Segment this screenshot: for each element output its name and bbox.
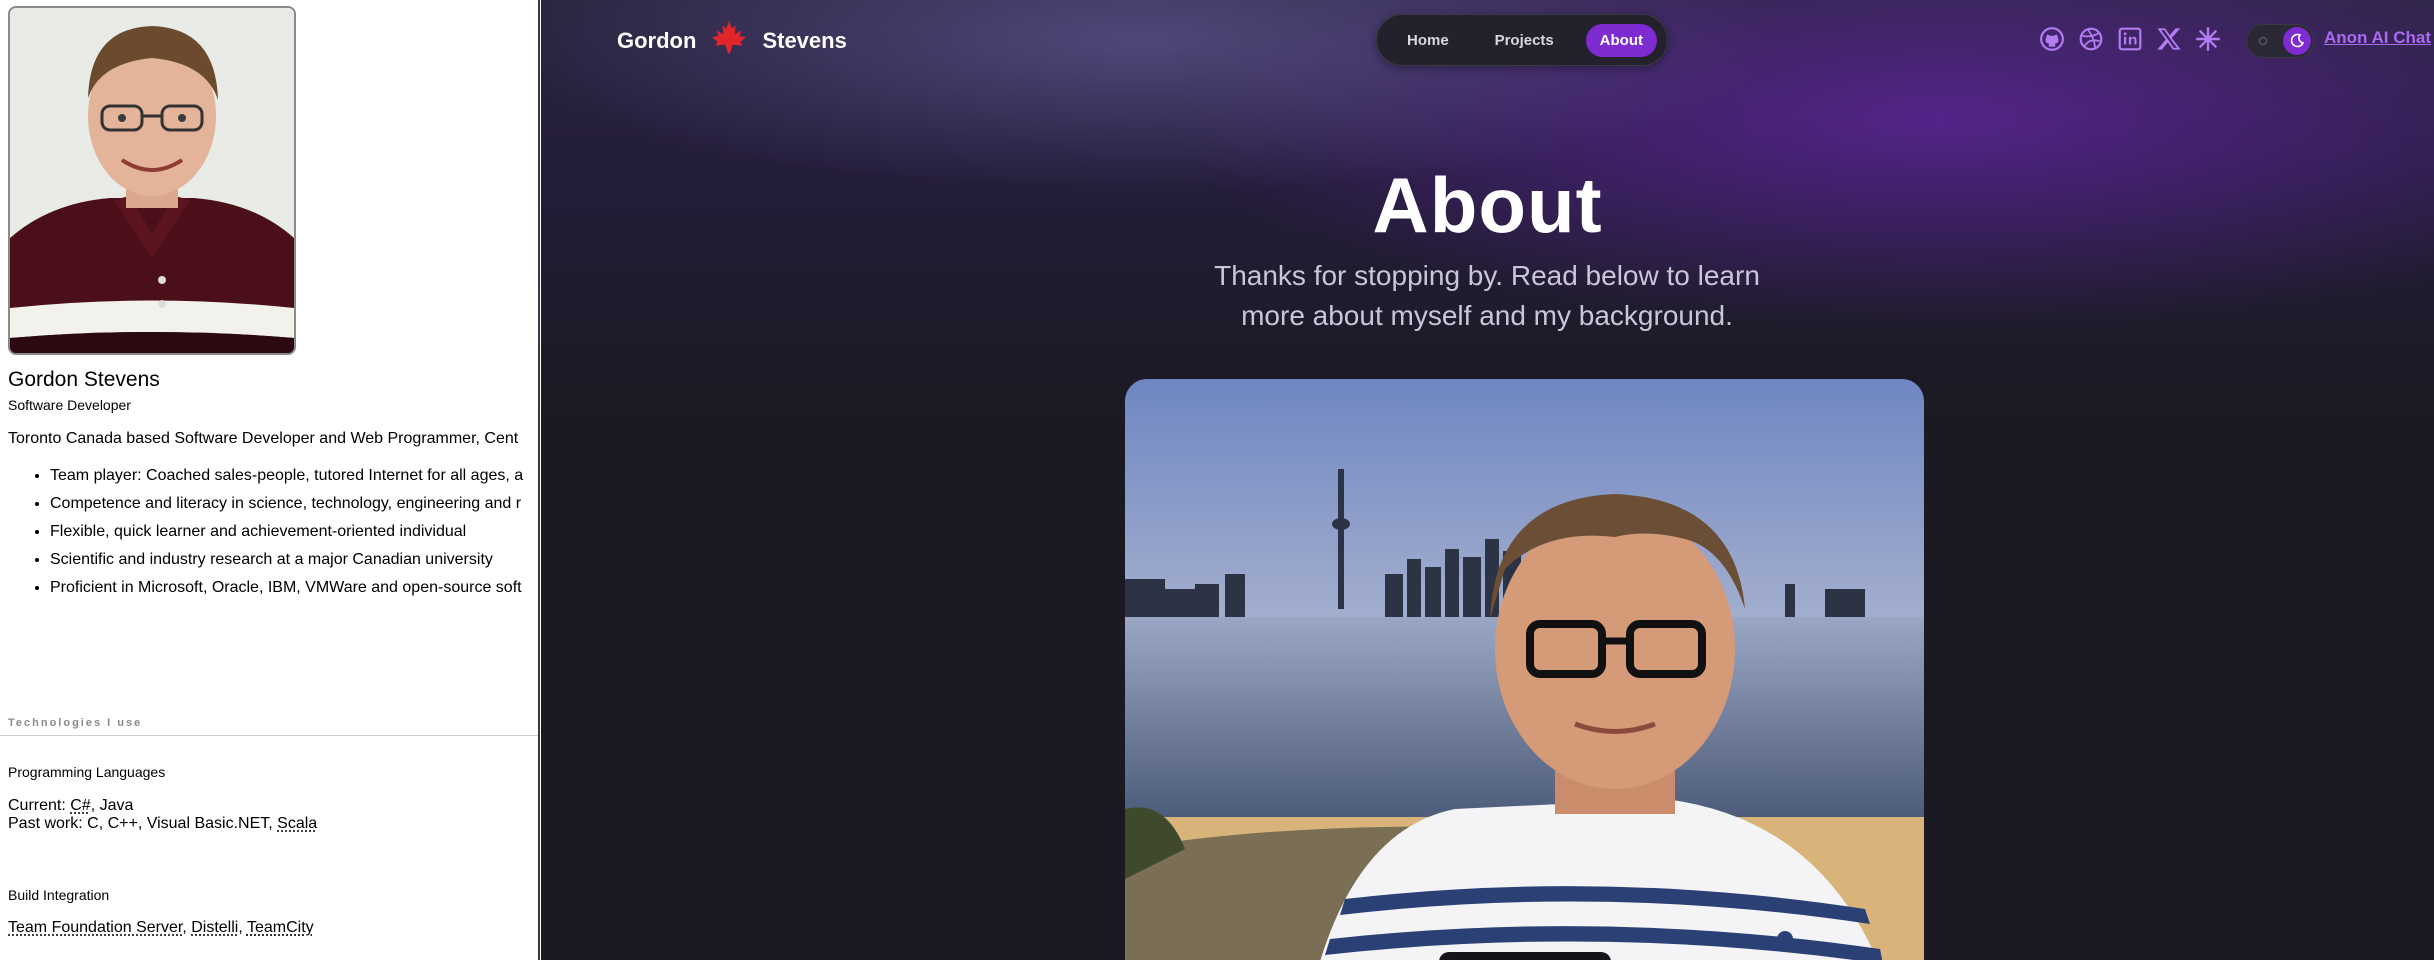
social-links [2039, 26, 2221, 52]
linkedin-icon[interactable] [2117, 26, 2143, 52]
technologies-heading: Technologies I use [8, 717, 143, 729]
nav-about[interactable]: About [1585, 23, 1657, 57]
nav-projects[interactable]: Projects [1481, 24, 1568, 57]
site-brand[interactable]: Gordon Stevens [617, 20, 847, 58]
theme-toggle[interactable] [2246, 24, 2314, 58]
list-item: Scientific and industry research at a ma… [50, 546, 523, 574]
scala-link[interactable]: Scala [277, 815, 317, 832]
main-nav: Home Projects About [1376, 14, 1668, 66]
list-item: Proficient in Microsoft, Oracle, IBM, VM… [50, 574, 523, 602]
resume-role: Software Developer [8, 397, 131, 413]
moon-icon [2283, 27, 2311, 55]
tfs-link[interactable]: Team Foundation Server [8, 919, 182, 936]
resume-pane: Gordon Stevens Software Developer Toront… [0, 0, 540, 960]
photo-overlay-tab [1439, 952, 1611, 960]
list-item: Team player: Coached sales-people, tutor… [50, 462, 523, 490]
current-label: Current: [8, 797, 71, 814]
build-integration-title: Build Integration [8, 887, 110, 903]
page-subtitle: Thanks for stopping by. Read below to le… [1214, 260, 1760, 331]
past-languages: Past work: C, C++, Visual Basic.NET, Sca… [8, 815, 317, 833]
csharp-link[interactable]: C# [70, 797, 90, 814]
current-languages: Current: C#, Java [8, 797, 133, 815]
nav-home[interactable]: Home [1393, 24, 1463, 57]
maple-leaf-icon [710, 19, 748, 63]
resume-summary: Toronto Canada based Software Developer … [8, 430, 519, 447]
toronto-portrait-photo [1125, 379, 1924, 960]
highlights-list: Team player: Coached sales-people, tutor… [8, 462, 523, 602]
divider [0, 735, 538, 736]
resume-name: Gordon Stevens [8, 368, 160, 391]
anon-ai-chat-link[interactable]: Anon AI Chat [2324, 28, 2431, 48]
list-item: Competence and literacy in science, tech… [50, 490, 523, 518]
x-icon[interactable] [2156, 26, 2182, 52]
teamcity-link[interactable]: TeamCity [247, 919, 314, 936]
past-label: Past work: C, C++, Visual Basic.NET, [8, 815, 278, 832]
separator: , [182, 919, 192, 936]
dribbble-icon[interactable] [2078, 26, 2104, 52]
programming-languages-title: Programming Languages [8, 764, 166, 780]
sun-icon [2258, 36, 2268, 46]
profile-photo [8, 6, 296, 355]
page-title: About [1372, 161, 1603, 249]
current-rest: , Java [90, 797, 134, 814]
brand-first: Gordon [617, 28, 697, 53]
github-icon[interactable] [2039, 26, 2065, 52]
build-tools: Team Foundation Server, Distelli, TeamCi… [8, 919, 314, 937]
about-page: Gordon Stevens Home Projects About Anon … [541, 0, 2434, 960]
separator: , [238, 919, 247, 936]
distelli-link[interactable]: Distelli [191, 919, 238, 936]
sparkle-icon[interactable] [2195, 26, 2221, 52]
list-item: Flexible, quick learner and achievement-… [50, 518, 523, 546]
brand-last: Stevens [762, 28, 847, 53]
